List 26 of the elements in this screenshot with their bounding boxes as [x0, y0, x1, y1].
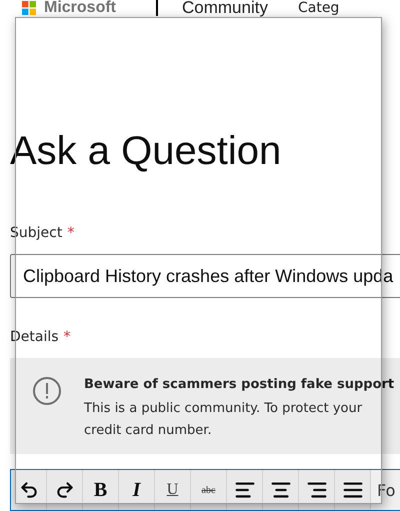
redo-button[interactable] — [47, 470, 83, 510]
site-name: Community — [182, 0, 268, 16]
warning-icon — [32, 376, 62, 406]
required-mark: * — [64, 328, 71, 346]
warning-text: This is a public community. To protect your — [84, 400, 364, 418]
font-dropdown[interactable]: Fo — [371, 470, 396, 510]
bold-button[interactable]: B — [83, 470, 119, 510]
align-center-button[interactable] — [263, 470, 299, 510]
strikethrough-button[interactable]: abc — [191, 470, 227, 510]
redo-icon — [54, 480, 74, 500]
undo-button[interactable] — [11, 470, 47, 510]
field-label: Details — [10, 328, 59, 346]
brand-name: Microsoft — [44, 0, 116, 16]
page-title: Ask a Question — [10, 128, 282, 174]
required-mark: * — [67, 224, 74, 242]
warning-text: credit card number. — [84, 422, 213, 440]
underline-button[interactable]: U — [155, 470, 191, 510]
logo-icon — [22, 1, 36, 15]
warning-heading: Beware of scammers posting fake support — [84, 376, 394, 394]
italic-button[interactable]: I — [119, 470, 155, 510]
undo-icon — [18, 480, 38, 500]
nav-link[interactable]: Categ — [298, 0, 340, 16]
align-right-button[interactable] — [299, 470, 335, 510]
field-label: Subject — [10, 224, 62, 242]
align-left-button[interactable] — [227, 470, 263, 510]
justify-button[interactable] — [335, 470, 371, 510]
